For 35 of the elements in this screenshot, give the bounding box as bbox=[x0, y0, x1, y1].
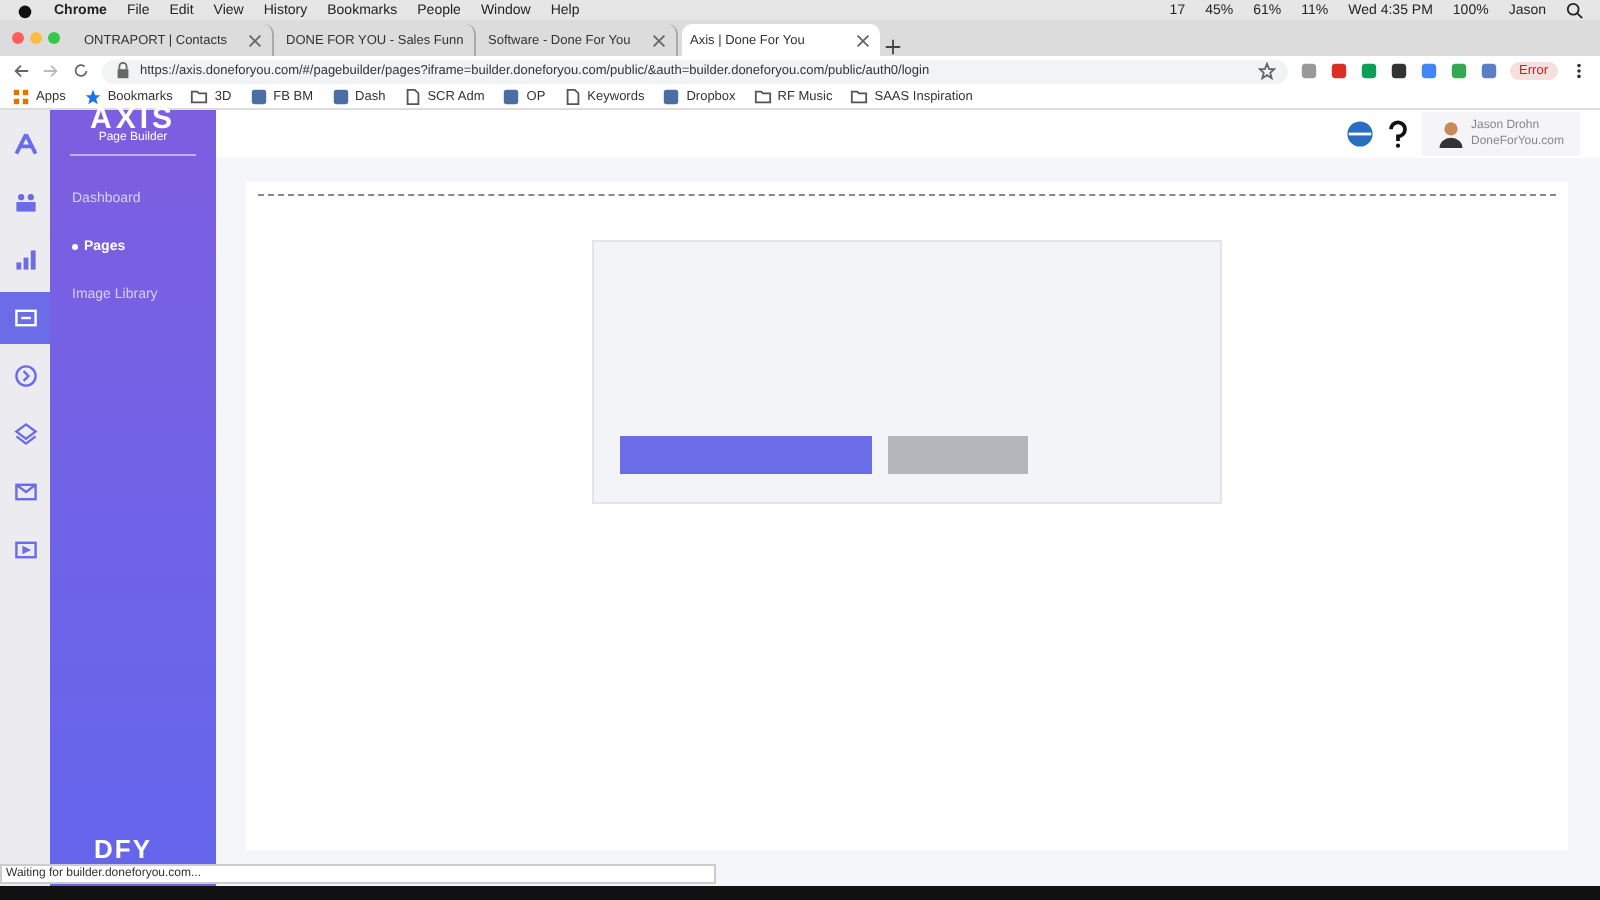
footer-logo: DFY bbox=[92, 840, 154, 860]
close-icon bbox=[246, 31, 264, 49]
close-icon bbox=[650, 31, 668, 49]
site-icon bbox=[662, 88, 681, 106]
folder-icon bbox=[850, 88, 869, 106]
plus-icon bbox=[884, 38, 902, 56]
forward-icon bbox=[42, 62, 60, 80]
help-icon[interactable] bbox=[1385, 120, 1410, 148]
arrow-circle-icon bbox=[13, 364, 37, 388]
page-icon bbox=[563, 88, 582, 106]
bar-chart-icon bbox=[13, 248, 37, 272]
site-icon bbox=[331, 88, 350, 106]
folder-icon bbox=[753, 88, 772, 106]
site-icon bbox=[249, 88, 268, 106]
close-icon bbox=[854, 31, 872, 49]
folder-icon bbox=[190, 88, 209, 106]
lock-icon bbox=[114, 62, 132, 80]
star-outline-icon bbox=[1257, 62, 1276, 80]
letter-a-icon bbox=[13, 132, 37, 156]
video-icon bbox=[13, 538, 37, 562]
search-icon bbox=[1566, 1, 1584, 19]
layers-icon bbox=[13, 422, 37, 446]
loading-bar bbox=[888, 436, 1028, 474]
app-logo: AXIS bbox=[87, 106, 178, 132]
close-window-button[interactable] bbox=[12, 32, 24, 44]
avatar-icon bbox=[1437, 120, 1464, 148]
star-icon bbox=[83, 88, 102, 106]
apps-grid-icon bbox=[12, 88, 30, 106]
reload-icon bbox=[72, 62, 90, 80]
site-icon bbox=[502, 88, 521, 106]
page-icon bbox=[13, 306, 37, 330]
page-icon bbox=[403, 88, 422, 106]
mail-icon bbox=[13, 480, 37, 504]
back-icon bbox=[12, 62, 30, 80]
people-icon bbox=[13, 190, 37, 214]
